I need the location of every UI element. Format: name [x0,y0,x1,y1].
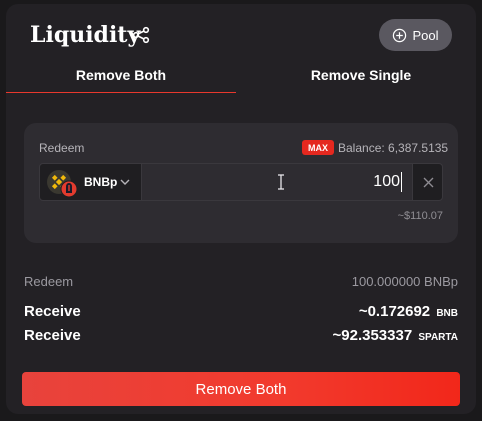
summary-receive-label: Receive [24,327,81,344]
summary-receive-sparta-row: Receive ~92.353337 SPARTA [24,327,458,347]
remove-tabs: Remove Both Remove Single [6,62,476,96]
summary-receive-label: Receive [24,303,81,320]
redeem-label: Redeem [39,141,85,155]
summary-receive-bnb-value: ~0.172692 BNB [359,303,458,320]
token-name: BNBp [84,175,118,189]
remove-both-button[interactable]: Remove Both [22,372,460,406]
balance-text: Balance: 6,387.5135 [338,141,449,155]
chevron-down-icon [120,179,130,185]
usd-value: ~$110.07 [397,210,443,222]
receive-sparta-unit: SPARTA [418,332,458,343]
summary-receive-bnb-row: Receive ~0.172692 BNB [24,303,458,323]
receive-sparta-amount: ~92.353337 [332,327,413,344]
pool-button-label: Pool [412,27,439,43]
share-icon[interactable] [132,26,150,44]
liquidity-card: Liquidity Pool Remove Both Remove Single… [6,4,476,414]
redeem-panel: Redeem MAX Balance: 6,387.5135 BNBp 100 … [24,123,458,243]
bnb-sparta-token-icon [47,170,78,198]
summary-redeem-value: 100.000000 BNBp [351,274,458,289]
text-cursor-icon [278,174,284,190]
summary-redeem-row: Redeem 100.000000 BNBp [24,274,458,294]
plus-circle-icon [393,28,407,42]
receive-bnb-amount: ~0.172692 [358,303,431,320]
token-selector[interactable]: BNBp [40,164,140,200]
card-header: Liquidity Pool [6,4,476,64]
max-button[interactable]: MAX [302,140,334,155]
summary-receive-sparta-value: ~92.353337 SPARTA [333,327,458,344]
tab-remove-both-label: Remove Both [75,67,167,83]
receive-bnb-unit: BNB [436,308,458,319]
tab-remove-both[interactable]: Remove Both [6,62,236,96]
clear-amount-button[interactable] [414,164,442,200]
tab-remove-single-label: Remove Single [310,67,412,83]
input-caret [401,172,402,192]
amount-input-row: BNBp [39,163,443,201]
page-title: Liquidity [30,22,141,48]
close-icon [423,177,433,187]
summary-redeem-label: Redeem [24,274,74,289]
tab-remove-single[interactable]: Remove Single [246,62,476,96]
pool-button[interactable]: Pool [379,19,452,51]
